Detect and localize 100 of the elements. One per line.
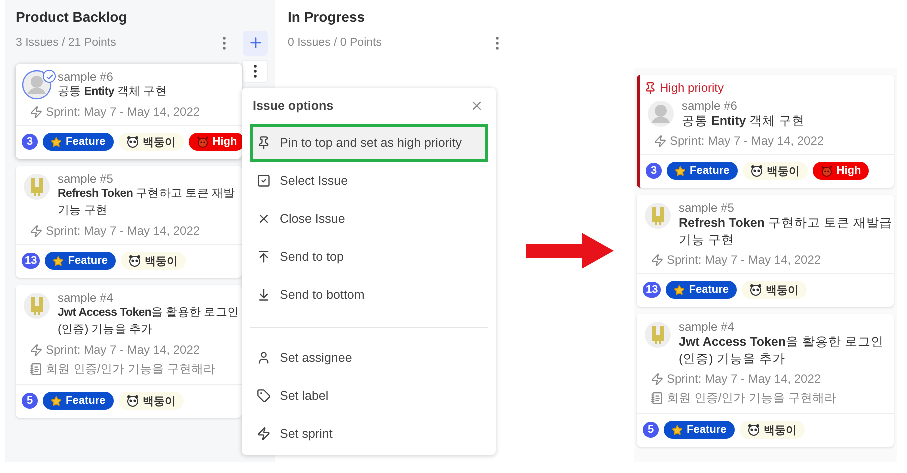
issue-card[interactable]: sample #5 Refresh Token 구현하고 토큰 재발급 기능 구현 Sprint: May 7 - May 14, 2022 13 Feature 백둥이	[637, 195, 894, 307]
issue-title: 기능 구현	[58, 204, 109, 219]
right-arrow-icon	[526, 232, 614, 268]
issue-card[interactable]: sample #5 Refresh Token 구현하고 토큰 재발 기능 구현 Sprint: May 7 - May 14, 2022 13 Feature 백둥이	[16, 166, 242, 278]
sprint-text: Sprint: May 7 - May 14, 2022	[667, 253, 822, 267]
priority-tag: High	[812, 162, 870, 180]
menu-item[interactable]: Pin to top and set as high priority	[250, 124, 488, 162]
issue-description: 회원 인증/인가 기능을 구현해라	[46, 361, 216, 378]
sprint-text: Sprint: May 7 - May 14, 2022	[46, 105, 200, 119]
issue-card[interactable]: sample #4 Jwt Access Token을 활용한 로그인 (인증) 기능을 추가 Sprint: May 7 - May 14, 2022 회원 인증/인가 기능을 구현해라 5 Feature 백둥이	[16, 285, 242, 418]
assignee-tag: 백둥이	[121, 252, 186, 270]
avatar-icon	[646, 99, 676, 129]
assignee-tag: 백둥이	[742, 281, 807, 299]
assignee-tag: 백둥이	[118, 392, 184, 410]
story-points: 3	[22, 134, 38, 150]
kebab-icon	[222, 36, 226, 50]
lightning-icon	[30, 344, 43, 356]
issue-number: sample #4	[58, 291, 114, 305]
issue-card[interactable]: sample #6 공통 Entity 객체 구현 Sprint: May 7 - May 14, 2022 3 Feature 백둥이 High	[16, 64, 242, 159]
feature-tag: Feature	[45, 252, 116, 270]
checkbox-icon	[257, 174, 271, 188]
menu-item[interactable]: Set sprint	[250, 415, 488, 453]
bunny-avatar-icon	[643, 320, 673, 350]
bunny-avatar-icon	[22, 291, 52, 321]
devil-face-icon	[820, 165, 833, 177]
panda-icon	[126, 395, 139, 407]
assignee-tag: 백둥이	[740, 421, 805, 439]
person-icon	[257, 351, 271, 365]
menu-item[interactable]: Select Issue	[250, 162, 488, 200]
star-icon	[672, 424, 683, 436]
high-priority-label: High priority	[660, 81, 724, 95]
column-title: Product Backlog	[16, 8, 128, 27]
arrow-up-to-line-icon	[257, 250, 271, 264]
story-points: 3	[646, 163, 662, 179]
panda-icon	[129, 255, 141, 267]
issue-card[interactable]: sample #4 Jwt Access Token을 활용한 로그인 (인증) 기능을 추가 Sprint: May 7 - May 14, 2022 회원 인증/인가 기능을 구현해라 5 Feature 백둥이	[637, 314, 894, 447]
sprint-text: Sprint: May 7 - May 14, 2022	[46, 224, 200, 238]
avatar-icon	[22, 70, 52, 100]
pin-icon	[644, 82, 657, 94]
menu-item[interactable]: Set label	[250, 377, 488, 415]
issue-title: (인증) 기능을 추가	[58, 323, 154, 338]
kebab-icon	[496, 36, 498, 50]
issue-title: Jwt Access Token을 활용한 로그인	[679, 334, 884, 351]
sprint-text: Sprint: May 7 - May 14, 2022	[670, 134, 824, 148]
menu-item[interactable]: Set assignee	[250, 339, 488, 377]
lightning-icon	[30, 224, 43, 238]
menu-item[interactable]: Send to bottom	[250, 276, 488, 314]
star-icon	[674, 284, 686, 296]
story-points: 5	[643, 422, 659, 438]
devil-face-icon	[196, 136, 209, 148]
issue-number: sample #4	[679, 320, 736, 334]
issue-card[interactable]: High priority sample #6 공통 Entity 객체 구현 Sprint: May 7 - May 14, 2022 3 Feature 백둥이 High	[637, 75, 894, 188]
menu-item[interactable]: Send to top	[250, 238, 488, 276]
star-icon	[53, 256, 64, 266]
tag-icon	[257, 389, 271, 403]
notebook-icon	[30, 363, 43, 376]
lightning-icon	[257, 427, 271, 441]
bunny-avatar-icon	[22, 172, 52, 202]
issue-title: 공통 Entity 객체 구현	[682, 113, 806, 130]
sprint-text: Sprint: May 7 - May 14, 2022	[667, 372, 822, 386]
issue-number: sample #5	[679, 201, 736, 215]
panda-icon	[750, 165, 763, 177]
issue-title: (인증) 기능을 추가	[679, 351, 786, 368]
close-icon	[257, 212, 271, 226]
story-points: 13	[22, 253, 40, 269]
issue-title: Refresh Token 구현하고 토큰 재발	[58, 187, 236, 202]
story-points: 13	[643, 282, 662, 298]
notebook-icon	[651, 392, 664, 405]
issue-number: sample #6	[682, 99, 738, 113]
story-points: 5	[22, 393, 38, 409]
issue-title: 공통 Entity 객체 구현	[58, 85, 168, 100]
menu-title: Issue options	[253, 99, 334, 113]
more-options-button[interactable]	[242, 60, 268, 83]
pin-icon	[257, 136, 271, 150]
sprint-text: Sprint: May 7 - May 14, 2022	[46, 343, 200, 357]
star-icon	[51, 396, 62, 406]
lightning-icon	[654, 134, 667, 148]
assignee-tag: 백둥이	[742, 162, 808, 180]
issue-title: Refresh Token 구현하고 토큰 재발급	[679, 215, 892, 232]
lightning-icon	[30, 106, 43, 118]
plus-icon	[248, 35, 264, 51]
add-button[interactable]	[243, 30, 268, 56]
panda-icon	[748, 424, 760, 436]
issue-title: Jwt Access Token을 활용한 로그인	[58, 306, 240, 321]
panda-icon	[750, 284, 762, 296]
issue-description: 회원 인증/인가 기능을 구현해라	[667, 390, 836, 407]
panda-icon	[126, 136, 139, 148]
column-title: In Progress	[288, 8, 366, 27]
feature-tag: Feature	[667, 162, 738, 180]
issue-number: sample #6	[58, 70, 114, 84]
lightning-icon	[651, 372, 664, 386]
menu-item[interactable]: Close Issue	[250, 200, 488, 238]
issue-number: sample #5	[58, 172, 114, 186]
feature-tag: Feature	[43, 392, 114, 410]
assignee-tag: 백둥이	[118, 133, 184, 151]
close-icon[interactable]	[470, 99, 484, 113]
column-summary: 3 Issues / 21 Points	[16, 37, 118, 49]
arrow-down-to-line-icon	[257, 288, 271, 302]
feature-tag: Feature	[666, 281, 737, 299]
bunny-avatar-icon	[643, 201, 673, 231]
